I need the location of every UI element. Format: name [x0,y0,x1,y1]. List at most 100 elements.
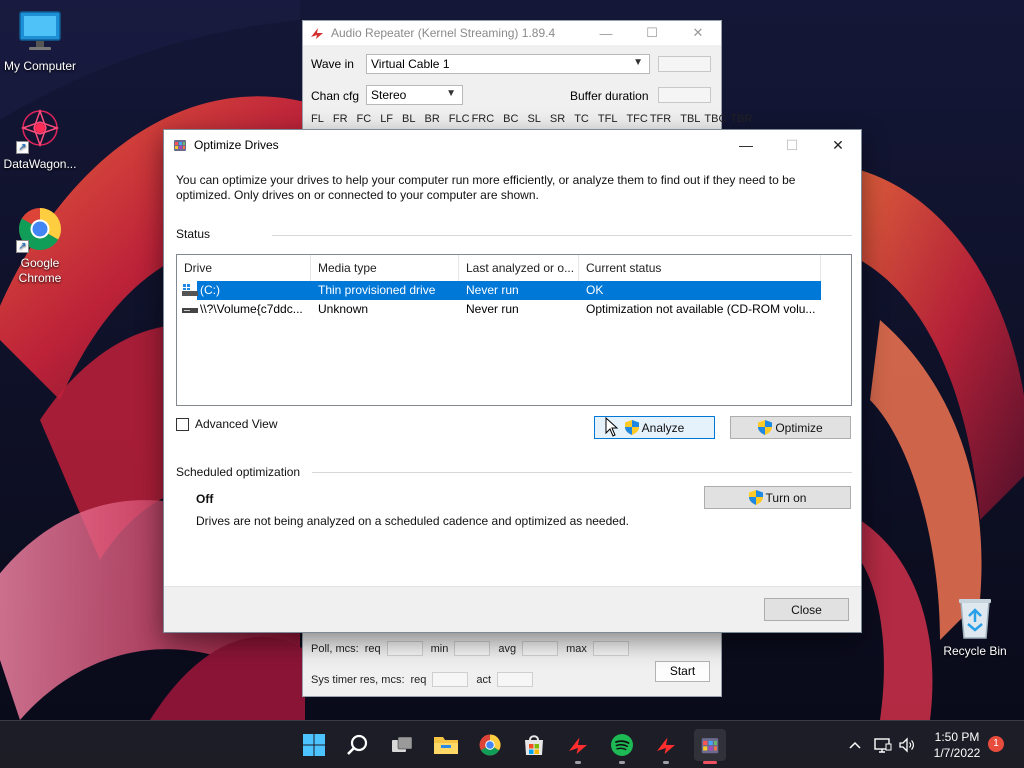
audio-repeater-logo-icon [311,28,323,39]
chan-cfg-value: Stereo [371,88,407,102]
turn-on-button[interactable]: Turn on [704,486,851,509]
close-dialog-button[interactable]: Close [764,598,849,621]
taskbar-file-explorer[interactable] [430,729,462,761]
notification-badge[interactable]: 1 [988,736,1004,752]
chan-cfg-dropdown[interactable]: Stereo ▼ [366,85,463,105]
sys-timer-label: Sys timer res, mcs: [311,673,405,686]
channel-label[interactable]: TBR [730,113,752,125]
minimize-button[interactable]: — [583,26,629,41]
channel-label[interactable]: LF [380,113,393,125]
table-row[interactable]: \\?\Volume{c7ddc... Unknown Never run Op… [177,300,821,319]
column-header-last-analyzed[interactable]: Last analyzed or o... [459,255,579,281]
media-type-cell: Unknown [318,302,369,316]
taskbar-store[interactable] [518,729,550,761]
desktop-icon-my-computer[interactable]: My Computer [0,8,80,74]
status-cell: Optimization not available (CD-ROM volu.… [586,302,816,316]
channel-label[interactable]: FLC [449,113,470,125]
channel-label[interactable]: TFR [650,113,671,125]
channel-label[interactable]: FL [311,113,324,125]
minimize-button[interactable]: — [723,130,769,160]
close-button[interactable]: ✕ [815,130,861,160]
poll-req-field[interactable] [386,641,423,656]
volume-button[interactable] [896,737,918,753]
audio-repeater-icon [657,737,675,754]
sys-timer-req-field[interactable] [432,672,469,687]
column-header-media-type[interactable]: Media type [311,255,459,281]
uac-shield-icon [624,420,639,435]
column-header-current-status[interactable]: Current status [579,255,821,281]
datawagon-icon: ↗ [16,106,64,154]
chevron-down-icon: ▼ [446,88,456,99]
channel-label[interactable]: TBC [704,113,726,125]
spotify-icon [611,734,633,756]
optimize-drives-window[interactable]: Optimize Drives — ☐ ✕ You can optimize y… [163,129,862,633]
channel-label[interactable]: BL [402,113,415,125]
sys-timer-act-field[interactable] [497,672,534,687]
channel-label[interactable]: FC [357,113,372,125]
taskbar-chrome[interactable] [474,729,506,761]
close-button[interactable]: ✕ [675,25,721,41]
channel-label[interactable]: FR [333,113,348,125]
audio-repeater-titlebar[interactable]: Audio Repeater (Kernel Streaming) 1.89.4… [303,21,721,45]
channel-label[interactable]: FRC [472,113,495,125]
status-cell: OK [579,281,821,300]
taskbar-audio-repeater-1[interactable] [562,729,594,764]
wave-in-dropdown[interactable]: Virtual Cable 1 ▼ [366,54,650,74]
advanced-view-label: Advanced View [195,417,278,431]
network-button[interactable] [870,737,896,753]
buffer-duration-field[interactable] [658,87,711,103]
wave-in-label: Wave in [311,57,354,71]
desktop-icon-datawagon[interactable]: ↗ DataWagon... [0,106,80,172]
folder-icon [434,737,458,754]
schedule-description: Drives are not being analyzed on a sched… [196,514,629,528]
start-button[interactable]: Start [655,661,710,682]
poll-avg-field[interactable] [522,641,559,656]
channel-label[interactable]: SR [550,113,565,125]
taskbar-search-button[interactable] [342,729,374,761]
audio-repeater-icon [569,737,587,754]
show-hidden-icons-button[interactable] [846,741,864,749]
poll-row: Poll, mcs: req min avg max [311,641,637,656]
channel-label[interactable]: TC [574,113,589,125]
media-type-cell: Thin provisioned drive [311,281,459,300]
poll-min-field[interactable] [454,641,491,656]
drives-list[interactable]: Drive Media type Last analyzed or o... C… [176,254,852,406]
maximize-button[interactable]: ☐ [629,25,675,41]
buffer-duration-label: Buffer duration [570,89,649,103]
channel-label[interactable]: TFL [598,113,618,125]
channel-label[interactable]: BR [425,113,440,125]
monitor-icon [16,8,64,56]
wave-in-extra-field[interactable] [658,56,711,72]
taskbar-optimize-drives[interactable] [694,729,726,764]
task-view-button[interactable] [386,729,418,761]
taskbar-audio-repeater-2[interactable] [650,729,682,764]
task-view-icon [392,736,413,752]
channel-list: FL FR FC LF BL BR FLC FRC BC SL SR TC TF… [311,113,761,125]
channel-label[interactable]: BC [503,113,518,125]
optimize-button[interactable]: Optimize [730,416,851,439]
scheduled-optimization-label: Scheduled optimization [176,465,301,479]
channel-label[interactable]: TFC [626,113,647,125]
advanced-view-checkbox[interactable] [176,417,189,431]
channel-label[interactable]: TBL [680,113,700,125]
channel-label[interactable]: SL [527,113,540,125]
wave-in-value: Virtual Cable 1 [371,57,450,71]
table-row[interactable]: (C:) Thin provisioned drive Never run OK [177,281,821,300]
start-menu-button[interactable] [298,729,330,761]
clock[interactable]: 1:50 PM 1/7/2022 [926,729,988,761]
avg-label: avg [498,642,517,655]
poll-max-field[interactable] [592,641,629,656]
windows-logo-icon [303,734,325,756]
section-divider [312,472,852,473]
running-indicator [663,761,669,764]
desktop-icon-google-chrome[interactable]: ↗ Google Chrome [0,205,80,286]
taskbar-spotify[interactable] [606,729,638,764]
column-header-drive[interactable]: Drive [177,255,311,281]
optimize-drives-titlebar[interactable]: Optimize Drives — ☐ ✕ [164,130,861,160]
desktop-icon-recycle-bin[interactable]: Recycle Bin [938,596,1012,658]
req-label: req [410,673,427,686]
min-label: min [430,642,449,655]
chevron-up-icon [849,741,861,749]
advanced-view-checkbox-row[interactable]: Advanced View [176,417,278,431]
audio-repeater-title: Audio Repeater (Kernel Streaming) 1.89.4 [331,26,556,40]
